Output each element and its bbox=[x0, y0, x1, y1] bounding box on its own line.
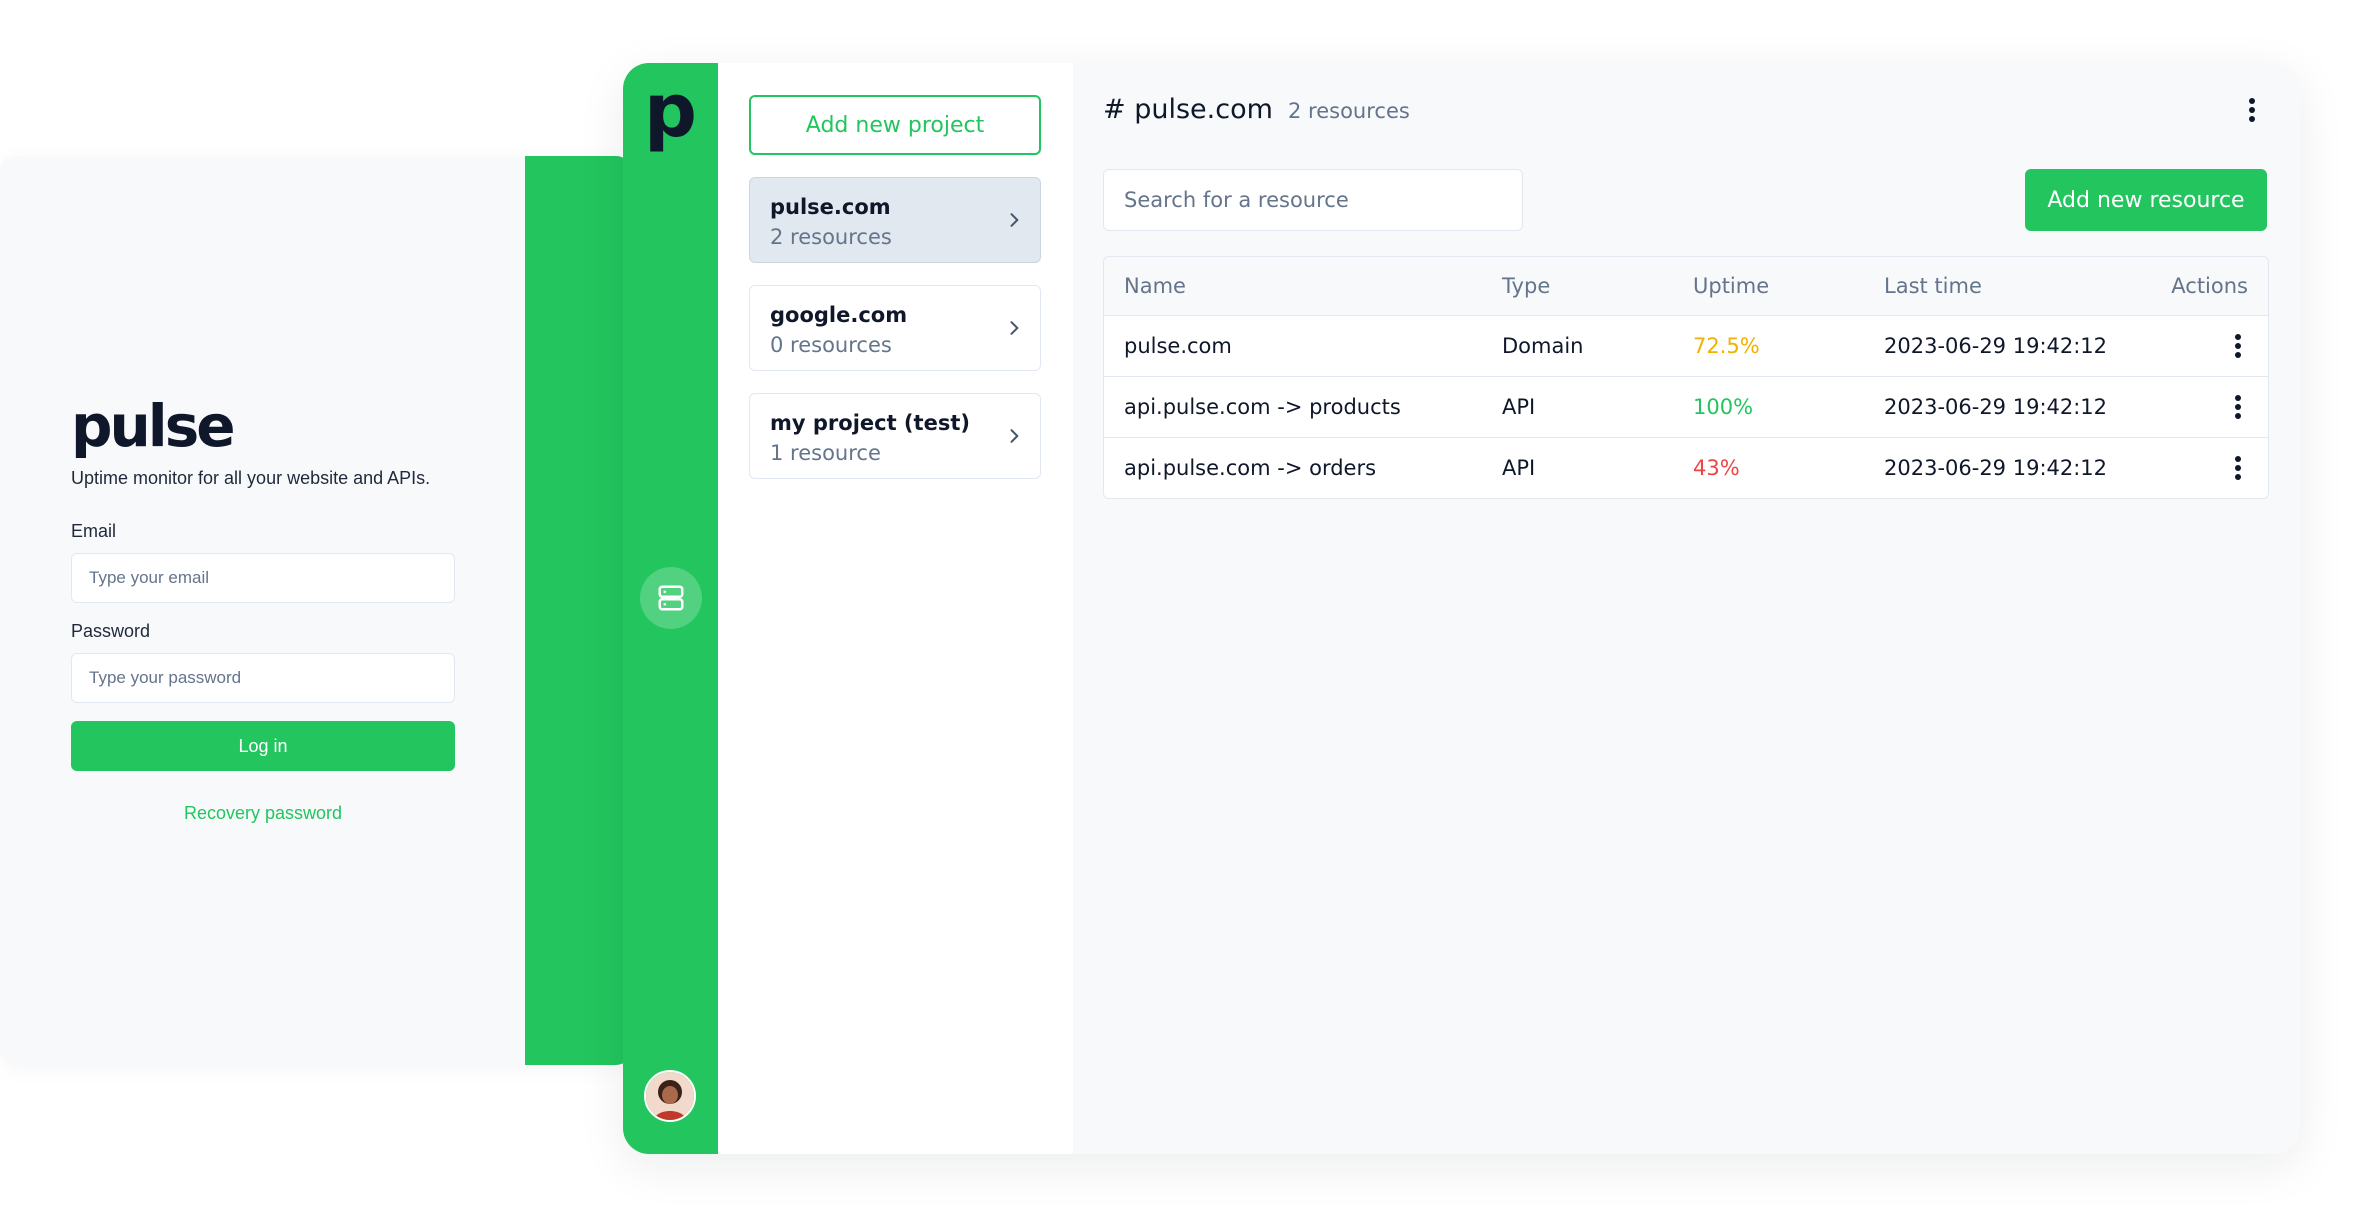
column-header-actions: Actions bbox=[2171, 274, 2248, 298]
password-label: Password bbox=[71, 621, 151, 641]
resource-name: pulse.com bbox=[1124, 334, 1232, 358]
resource-type: API bbox=[1502, 456, 1536, 480]
tagline: Uptime monitor for all your website and … bbox=[71, 468, 431, 488]
table-row[interactable]: api.pulse.com -> orders API 43% 2023-06-… bbox=[1104, 438, 2268, 498]
login-button[interactable]: Log in bbox=[71, 721, 455, 771]
resource-uptime: 43% bbox=[1693, 456, 1740, 480]
nav-rail: p bbox=[623, 63, 718, 1154]
chevron-right-icon bbox=[1010, 321, 1019, 335]
column-header-name[interactable]: Name bbox=[1104, 274, 1502, 298]
project-name: my project (test) bbox=[770, 411, 970, 435]
project-resource-count: 2 resources bbox=[770, 225, 892, 249]
resource-count: 2 resources bbox=[1288, 99, 1410, 123]
add-project-button[interactable]: Add new project bbox=[749, 95, 1041, 155]
server-icon bbox=[658, 585, 684, 611]
project-resource-count: 1 resource bbox=[770, 441, 881, 465]
avatar-icon bbox=[646, 1072, 694, 1120]
resources-table: Name Type Uptime Last time Actions pulse… bbox=[1103, 256, 2269, 499]
more-options-icon[interactable] bbox=[2234, 394, 2242, 420]
user-avatar[interactable] bbox=[644, 1070, 696, 1122]
resource-last-time: 2023-06-29 19:42:12 bbox=[1884, 334, 2108, 358]
column-header-type[interactable]: Type bbox=[1502, 274, 1693, 298]
resource-name: api.pulse.com -> orders bbox=[1124, 456, 1377, 480]
page-title: # pulse.com bbox=[1103, 94, 1273, 125]
resource-name: api.pulse.com -> products bbox=[1124, 395, 1401, 419]
resource-last-time: 2023-06-29 19:42:12 bbox=[1884, 395, 2108, 419]
row-actions bbox=[2144, 333, 2268, 359]
row-actions bbox=[2144, 394, 2268, 420]
search-input[interactable] bbox=[1103, 169, 1523, 231]
resources-nav-button[interactable] bbox=[640, 567, 702, 629]
brand-logo: pulse bbox=[71, 392, 236, 460]
email-field[interactable] bbox=[71, 553, 455, 603]
app-window: p Add new project pulse.com 2 resources bbox=[623, 63, 2300, 1154]
table-row[interactable]: api.pulse.com -> products API 100% 2023-… bbox=[1104, 377, 2268, 438]
projects-panel: Add new project pulse.com 2 resources go… bbox=[718, 63, 1073, 1154]
login-card: pulse Uptime monitor for all your websit… bbox=[0, 156, 632, 1065]
email-label: Email bbox=[71, 521, 117, 541]
resource-type: Domain bbox=[1502, 334, 1584, 358]
project-item-my-project[interactable]: my project (test) 1 resource bbox=[749, 393, 1041, 479]
login-form: pulse Uptime monitor for all your websit… bbox=[71, 396, 455, 824]
resource-uptime: 100% bbox=[1693, 395, 1754, 419]
password-field[interactable] bbox=[71, 653, 455, 703]
table-header: Name Type Uptime Last time Actions bbox=[1104, 257, 2268, 316]
project-name: google.com bbox=[770, 303, 908, 327]
resource-type: API bbox=[1502, 395, 1536, 419]
resource-uptime: 72.5% bbox=[1693, 334, 1760, 358]
project-name: pulse.com bbox=[770, 195, 891, 219]
column-header-last-time[interactable]: Last time bbox=[1884, 274, 2144, 298]
more-options-icon[interactable] bbox=[2234, 333, 2242, 359]
table-row[interactable]: pulse.com Domain 72.5% 2023-06-29 19:42:… bbox=[1104, 316, 2268, 377]
project-item-google[interactable]: google.com 0 resources bbox=[749, 285, 1041, 371]
main-content: # pulse.com 2 resources Add new resource… bbox=[1073, 63, 2300, 1154]
login-side-panel bbox=[525, 156, 632, 1065]
project-resource-count: 0 resources bbox=[770, 333, 892, 357]
resource-last-time: 2023-06-29 19:42:12 bbox=[1884, 456, 2108, 480]
chevron-right-icon bbox=[1010, 213, 1019, 227]
more-options-icon[interactable] bbox=[2248, 97, 2256, 123]
row-actions bbox=[2144, 455, 2268, 481]
chevron-right-icon bbox=[1010, 429, 1019, 443]
app-logo: p bbox=[644, 68, 697, 154]
column-header-uptime[interactable]: Uptime bbox=[1693, 274, 1884, 298]
add-resource-button[interactable]: Add new resource bbox=[2025, 169, 2267, 231]
project-item-pulse[interactable]: pulse.com 2 resources bbox=[749, 177, 1041, 263]
more-options-icon[interactable] bbox=[2234, 455, 2242, 481]
recovery-password-link[interactable]: Recovery password bbox=[71, 803, 455, 824]
